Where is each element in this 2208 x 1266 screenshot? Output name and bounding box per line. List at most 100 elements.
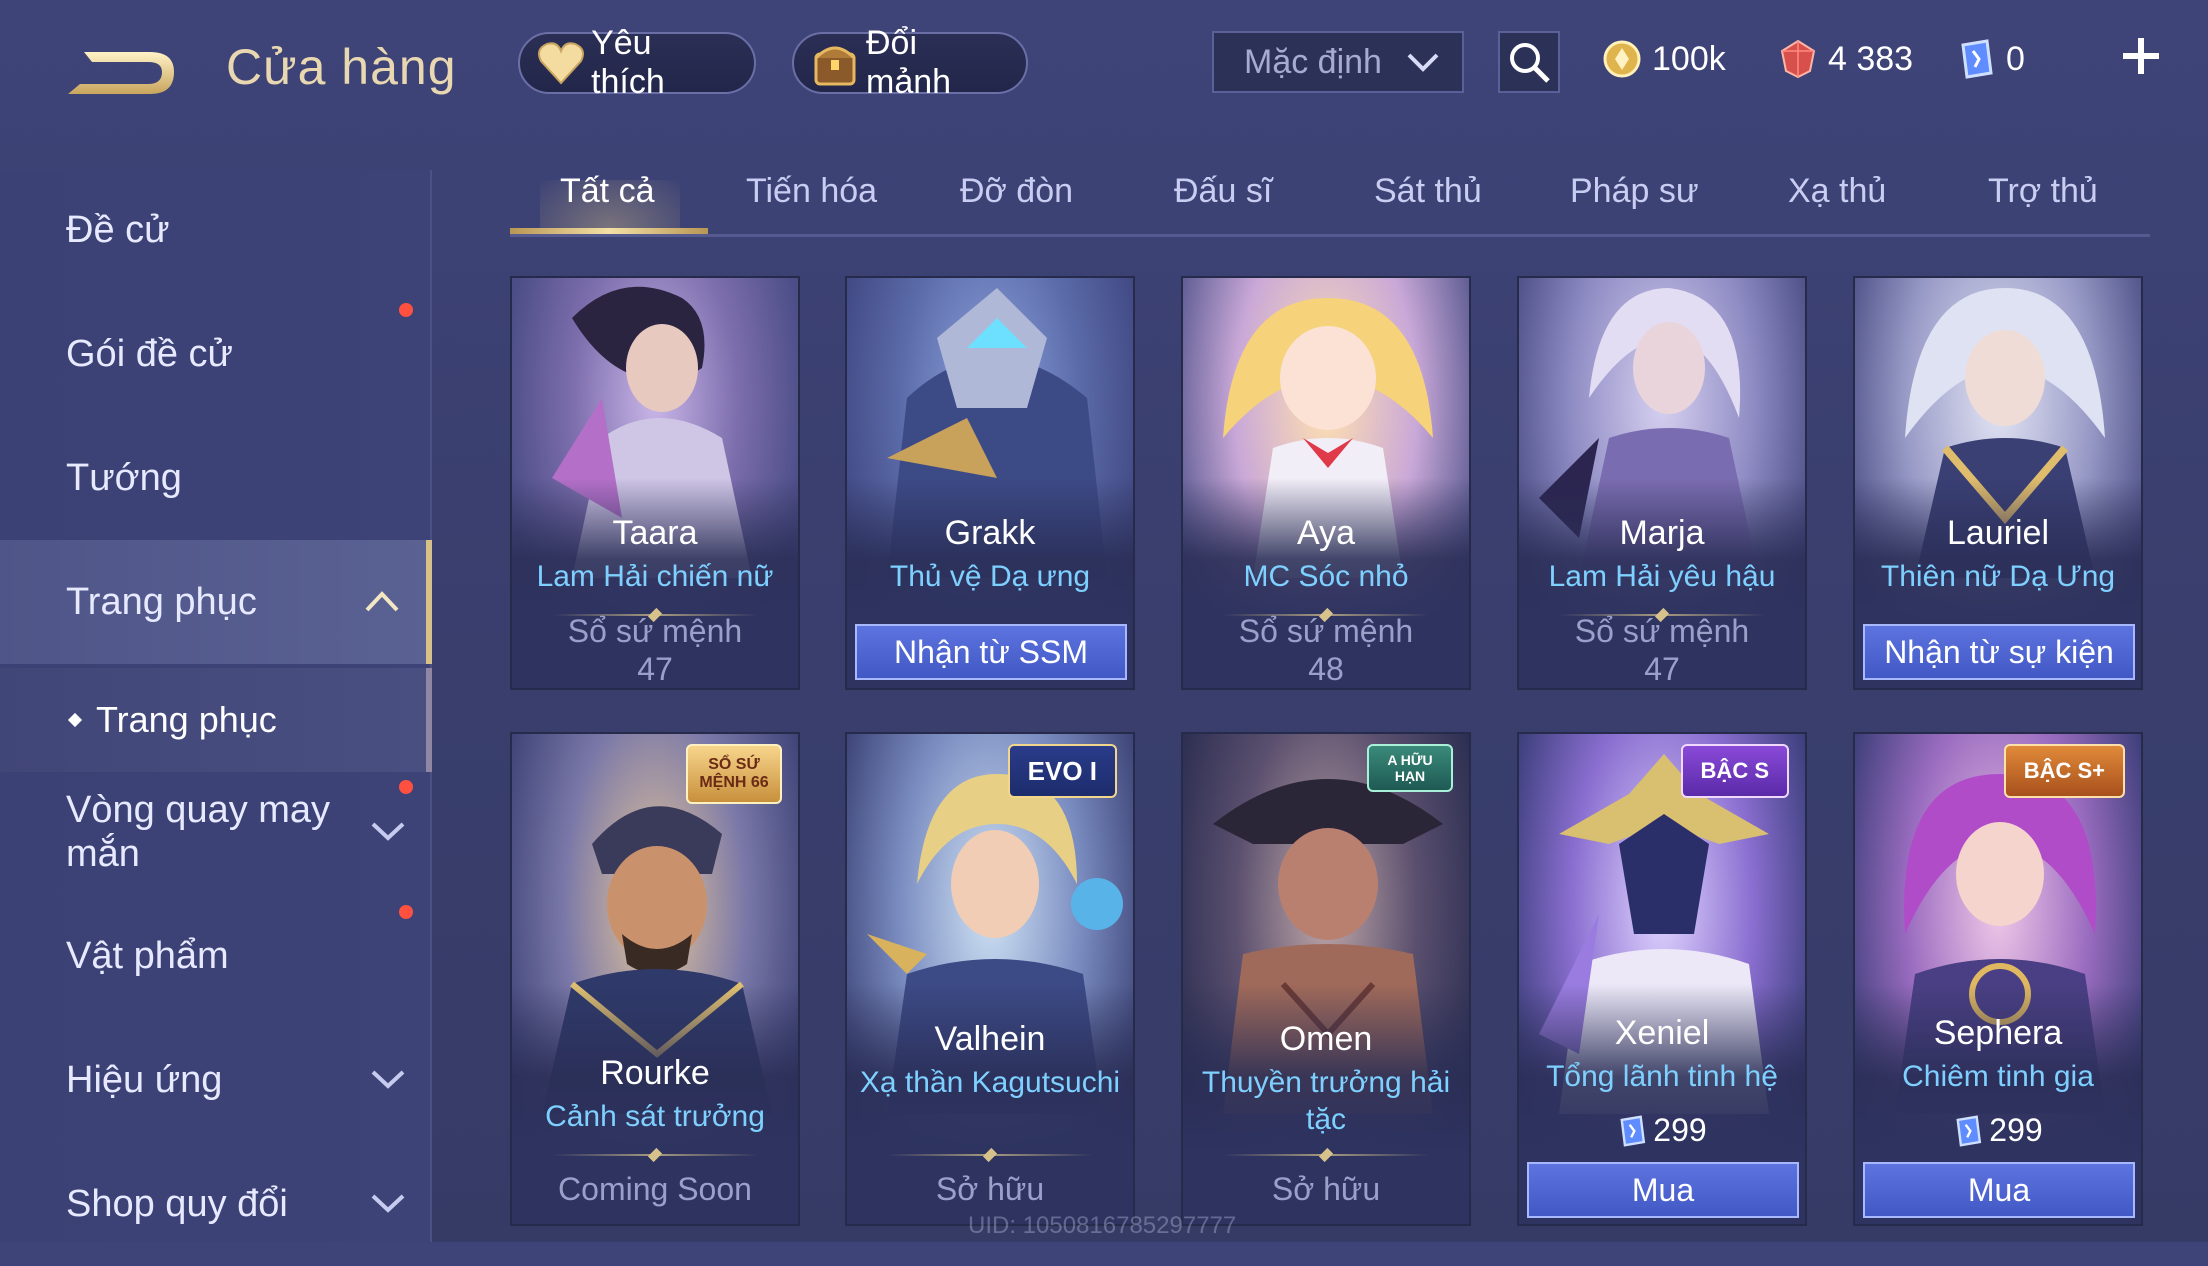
- buy-button[interactable]: Mua: [1863, 1162, 2135, 1218]
- card-status-level: 47: [1644, 651, 1680, 687]
- sidebar-item-label: Shop quy đổi: [66, 1182, 288, 1225]
- gold-value: 100k: [1652, 39, 1726, 78]
- heart-icon: [536, 38, 585, 88]
- plus-icon: [2123, 38, 2159, 74]
- tab-marksman[interactable]: Xạ thủ: [1788, 172, 1886, 211]
- card-status: Sở hữu: [1271, 1171, 1381, 1207]
- skin-card-taara[interactable]: Taara Lam Hải chiến nữ Sổ sứ mệnh 47: [510, 276, 800, 690]
- chevron-down-icon: [1406, 47, 1440, 86]
- tab-tank[interactable]: Đỡ đòn: [960, 172, 1073, 211]
- hero-name: Omen: [1279, 1020, 1373, 1058]
- limited-a-badge: A HỮU HẠN: [1367, 744, 1453, 792]
- skin-card-rourke[interactable]: SỔ SỨ MỆNH 66 Rourke Cảnh sát trưởng Com…: [510, 732, 800, 1226]
- sidebar-item-lucky-wheel[interactable]: Vòng quay may mắn: [0, 770, 432, 894]
- hero-name: Valhein: [934, 1020, 1046, 1058]
- sidebar-item-recommended[interactable]: Đề cử: [0, 168, 432, 292]
- skin-price: 299: [1519, 1112, 1805, 1149]
- top-bar: Cửa hàng Yêu thích Đổi mảnh Mặc định 100…: [0, 0, 2208, 130]
- card-status: Sở hữu: [935, 1171, 1045, 1207]
- tab-evolution[interactable]: Tiến hóa: [746, 172, 877, 211]
- card-divider: [552, 1154, 758, 1156]
- tab-warrior[interactable]: Đấu sĩ: [1174, 172, 1272, 211]
- sidebar-item-label: Hiệu ứng: [66, 1058, 223, 1101]
- skin-name: Lam Hải yêu hậu: [1548, 560, 1776, 593]
- hero-name: Xeniel: [1614, 1014, 1710, 1052]
- sidebar-item-recommended-packs[interactable]: Gói đề cử: [0, 292, 432, 416]
- tier-s-plus-badge: BẬC S+: [2003, 744, 2125, 798]
- skin-name: Cảnh sát trưởng: [545, 1100, 765, 1133]
- sidebar-item-items[interactable]: Vật phẩm: [0, 894, 432, 1018]
- skin-name: Thủ vệ Dạ ưng: [889, 560, 1091, 593]
- hero-name: Lauriel: [1946, 514, 2050, 552]
- gold-currency: 100k: [1602, 34, 1726, 84]
- skin-card-omen[interactable]: A HỮU HẠN Omen Thuyền trưởng hải tặc Sở …: [1181, 732, 1471, 1226]
- chevron-up-icon: [364, 581, 400, 624]
- bullet-icon: [67, 712, 83, 728]
- mission-book-66-badge: SỔ SỨ MỆNH 66: [686, 744, 782, 804]
- skin-name: Thiên nữ Dạ Ưng: [1880, 560, 2116, 593]
- notification-dot: [399, 303, 413, 317]
- treasure-chest-icon: [810, 38, 860, 88]
- favorites-label: Yêu thích: [591, 24, 665, 101]
- sidebar-item-label: Vật phẩm: [66, 934, 229, 977]
- get-from-ssm-button[interactable]: Nhận từ SSM: [855, 624, 1127, 680]
- voucher-currency: 0: [1956, 34, 2025, 84]
- back-arrow-icon: [68, 52, 174, 94]
- back-button[interactable]: [62, 38, 182, 102]
- sidebar-subitem-skins[interactable]: Trang phục: [0, 668, 432, 772]
- voucher-icon: [1956, 39, 1996, 79]
- skin-card-grakk[interactable]: Grakk Thủ vệ Dạ ưng Nhận từ SSM: [845, 276, 1135, 690]
- page-title: Cửa hàng: [226, 39, 457, 95]
- voucher-icon: [1617, 1114, 1647, 1147]
- skin-card-xeniel[interactable]: BẬC S Xeniel Tổng lãnh tinh hệ 299 Mua: [1517, 732, 1807, 1226]
- hero-name: Taara: [612, 514, 698, 552]
- sort-dropdown[interactable]: Mặc định: [1212, 31, 1464, 93]
- card-status-level: 48: [1308, 651, 1344, 687]
- favorites-button[interactable]: Yêu thích: [518, 24, 756, 101]
- sidebar-item-effects[interactable]: Hiệu ứng: [0, 1018, 432, 1142]
- tab-mage[interactable]: Pháp sư: [1570, 172, 1699, 211]
- skin-name: Lam Hải chiến nữ: [536, 560, 774, 593]
- sidebar-subitem-label: Trang phục: [96, 699, 277, 740]
- skin-price: 299: [1855, 1112, 2141, 1149]
- sidebar-item-exchange-shop[interactable]: Shop quy đổi: [0, 1142, 432, 1266]
- skin-card-sephera[interactable]: BẬC S+ Sephera Chiêm tinh gia 299 Mua: [1853, 732, 2143, 1226]
- skin-card-aya[interactable]: Aya MC Sóc nhỏ Sổ sứ mệnh 48: [1181, 276, 1471, 690]
- tab-assassin[interactable]: Sát thủ: [1374, 172, 1482, 211]
- chevron-down-icon: [370, 1183, 406, 1226]
- get-from-event-button[interactable]: Nhận từ sự kiện: [1863, 624, 2135, 680]
- sidebar-item-label: Vòng quay may mắn: [66, 789, 331, 875]
- card-divider: [887, 1154, 1093, 1156]
- exchange-fragments-button[interactable]: Đổi mảnh: [792, 24, 1028, 101]
- ruby-gem-icon: [1778, 39, 1818, 79]
- tab-all[interactable]: Tất cả: [560, 172, 654, 211]
- evo-badge: EVO I: [1007, 744, 1117, 798]
- user-id-watermark: UID: 1050816785297777: [968, 1212, 1237, 1239]
- sort-value: Mặc định: [1244, 42, 1382, 81]
- skin-card-marja[interactable]: Marja Lam Hải yêu hậu Sổ sứ mệnh 47: [1517, 276, 1807, 690]
- skin-card-lauriel[interactable]: Lauriel Thiên nữ Dạ Ưng Nhận từ sự kiện: [1853, 276, 2143, 690]
- add-currency-button[interactable]: [2118, 30, 2164, 82]
- skin-card-valhein[interactable]: EVO I Valhein Xạ thần Kagutsuchi Sở hữu: [845, 732, 1135, 1226]
- sidebar-item-label: Đề cử: [66, 208, 170, 251]
- hero-name: Sephera: [1933, 1014, 2063, 1052]
- hero-name: Rourke: [600, 1054, 710, 1092]
- card-status: Coming Soon: [558, 1171, 752, 1207]
- ruby-currency: 4 383: [1778, 34, 1913, 84]
- gold-coin-icon: [1602, 39, 1642, 79]
- skin-name: Thuyền trưởng hải tặc: [1201, 1066, 1451, 1136]
- hero-name: Marja: [1619, 514, 1705, 552]
- card-status: Sổ sứ mệnh: [567, 613, 743, 649]
- skin-name: Chiêm tinh gia: [1902, 1060, 2094, 1093]
- sidebar-item-skins[interactable]: Trang phục: [0, 540, 432, 664]
- tier-s-badge: BẬC S: [1680, 744, 1789, 798]
- sidebar-item-heroes[interactable]: Tướng: [0, 416, 432, 540]
- search-button[interactable]: [1498, 31, 1560, 93]
- tab-support[interactable]: Trợ thủ: [1988, 172, 2098, 211]
- buy-button[interactable]: Mua: [1527, 1162, 1799, 1218]
- hero-name: Grakk: [944, 514, 1036, 552]
- search-icon: [1510, 43, 1550, 83]
- sidebar-item-label: Trang phục: [66, 580, 257, 623]
- card-status-level: 47: [637, 651, 673, 687]
- exchange-label: Đổi mảnh: [866, 24, 952, 101]
